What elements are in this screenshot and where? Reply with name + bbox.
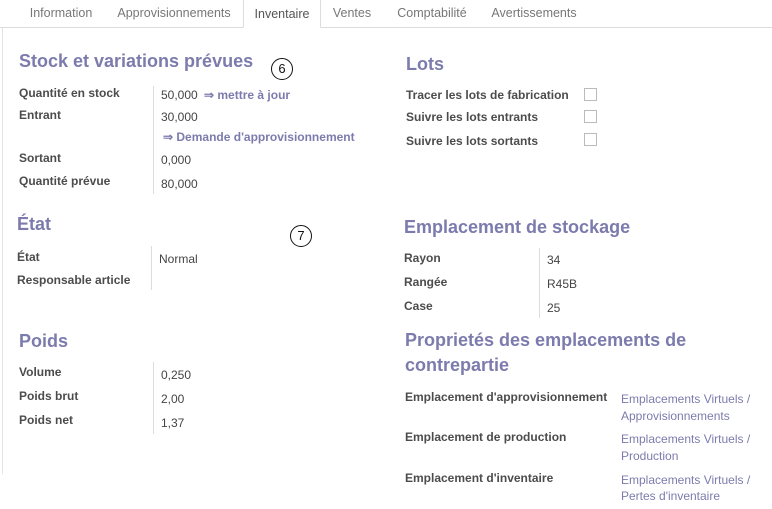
state-label: État [17, 250, 40, 264]
lots-section-title: Lots [406, 54, 444, 74]
qty-on-hand-value: 50,000 [161, 88, 198, 102]
callout-marker-7: 7 [290, 225, 312, 247]
net-weight-label: Poids net [19, 413, 74, 427]
rack-value: 34 [547, 253, 561, 267]
state-section-title: État [17, 214, 52, 234]
forecast-qty-value: 80,000 [161, 177, 198, 191]
tab-approvisionnements[interactable]: Approvisionnements [108, 0, 240, 27]
rack-label: Rayon [404, 251, 441, 265]
forecast-qty-label: Quantité prévue [19, 174, 111, 188]
inventory-location-link-line2[interactable]: Pertes d'inventaire [621, 489, 720, 503]
notebook-tabs: Information Approvisionnements Inventair… [0, 0, 772, 28]
track-incoming-lots-label: Suivre les lots entrants [406, 110, 539, 124]
counterpart-section-title-line1: Proprietés des emplacements de [405, 330, 687, 350]
inventory-location-label: Emplacement d'inventaire [405, 471, 554, 485]
product-manager-label: Responsable article [17, 273, 131, 287]
production-location-link-line1[interactable]: Emplacements Virtuels / [621, 432, 750, 446]
track-incoming-lots-checkbox[interactable] [584, 110, 597, 123]
gross-weight-label: Poids brut [19, 389, 79, 403]
track-outgoing-lots-label: Suivre les lots sortants [406, 134, 539, 148]
tab-avertissements[interactable]: Avertissements [482, 0, 586, 27]
tab-comptabilite[interactable]: Comptabilité [386, 0, 478, 27]
outgoing-label: Sortant [19, 151, 61, 165]
counterpart-section-title-line2: contrepartie [405, 355, 510, 375]
production-location-link-line2[interactable]: Production [621, 449, 678, 463]
inventory-location-link-line1[interactable]: Emplacements Virtuels / [621, 473, 750, 487]
track-outgoing-lots-checkbox[interactable] [584, 133, 597, 146]
callout-marker-6: 6 [271, 58, 293, 80]
procurement-location-link-line1[interactable]: Emplacements Virtuels / [621, 392, 750, 406]
case-label: Case [404, 299, 433, 313]
procurement-location-link-line2[interactable]: Approvisionnements [621, 409, 730, 423]
row-label: Rangée [404, 275, 448, 289]
outgoing-value: 0,000 [161, 153, 192, 167]
row-value: R45B [547, 277, 578, 291]
volume-label: Volume [19, 365, 62, 379]
content-left-border [2, 28, 3, 474]
storage-label-separator [539, 248, 540, 318]
tab-information[interactable]: Information [18, 0, 104, 27]
procurement-request-link[interactable]: ⇒ Demande d'approvisionnement [163, 130, 355, 144]
state-value: Normal [159, 252, 198, 266]
state-label-separator [151, 246, 152, 290]
incoming-label: Entrant [19, 108, 61, 122]
net-weight-value: 1,37 [161, 416, 185, 430]
stock-section-title: Stock et variations prévues [19, 51, 254, 71]
incoming-value: 30,000 [161, 110, 198, 124]
update-qty-link[interactable]: ⇒ mettre à jour [204, 88, 290, 102]
qty-on-hand-label: Quantité en stock [19, 86, 120, 100]
track-manufacturing-lots-checkbox[interactable] [584, 88, 597, 101]
weight-label-separator [153, 362, 154, 434]
track-manufacturing-lots-label: Tracer les lots de fabrication [406, 88, 569, 102]
gross-weight-value: 2,00 [161, 392, 185, 406]
case-value: 25 [547, 301, 561, 315]
storage-location-section-title: Emplacement de stockage [404, 217, 631, 237]
procurement-location-label: Emplacement d'approvisionnement [405, 390, 608, 404]
production-location-label: Emplacement de production [405, 430, 567, 444]
weight-section-title: Poids [19, 331, 69, 351]
stock-label-separator [153, 86, 154, 194]
tab-ventes[interactable]: Ventes [324, 0, 380, 27]
tab-inventaire[interactable]: Inventaire [243, 0, 321, 28]
volume-value: 0,250 [161, 368, 192, 382]
